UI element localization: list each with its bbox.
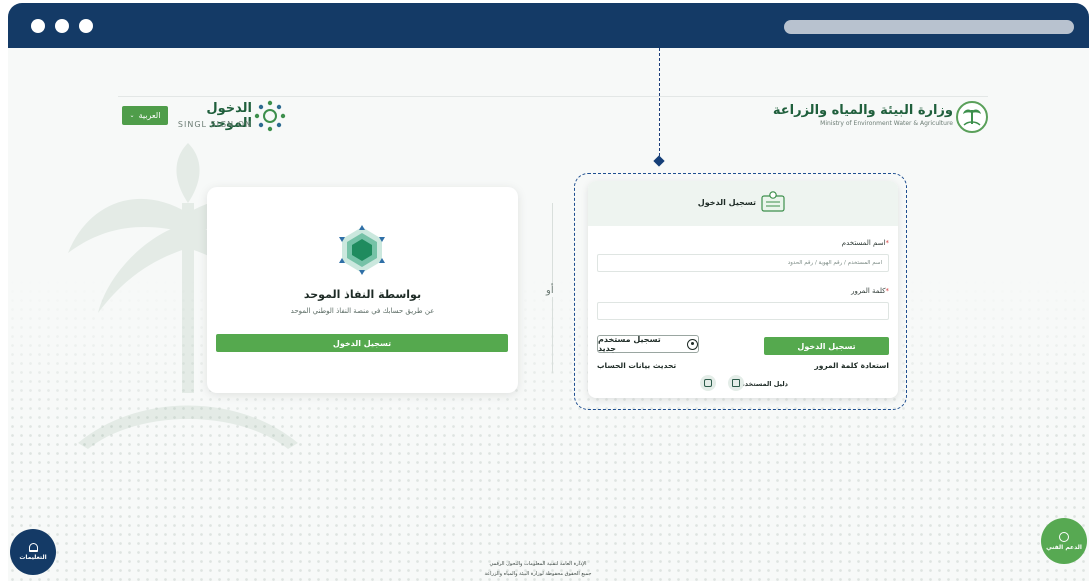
username-field[interactable]: [597, 254, 889, 272]
login-button[interactable]: تسجيل الدخول: [764, 337, 889, 355]
required-mark: *: [885, 239, 890, 247]
password-field[interactable]: [597, 302, 889, 320]
nafath-title: بواسطة النفاذ الموحد: [303, 288, 422, 301]
ministry-subtitle: Ministry of Environment Water & Agricult…: [820, 120, 953, 127]
language-dropdown[interactable]: ⌄ العربية: [122, 106, 168, 125]
nafath-subtitle: عن طريق حسابك في منصة النفاذ الوطني المو…: [290, 307, 435, 315]
nafath-logo-icon: [339, 225, 385, 275]
support-label: الدعم الفني: [1046, 543, 1082, 551]
required-mark: *: [885, 287, 890, 295]
footer-line-1: الإدارة العامة لتقنية المعلومات والتحول …: [489, 561, 587, 567]
user-icon: [687, 338, 698, 350]
notifications-button[interactable]: التعليمات: [10, 529, 56, 575]
update-account-link[interactable]: تحديث بيانات الحساب: [597, 361, 676, 370]
username-label: اسم المستخدم*: [842, 239, 889, 247]
ministry-logo-icon: [956, 101, 988, 133]
nafath-login-button[interactable]: تسجيل الدخول: [216, 334, 508, 352]
login-badge-icon: [761, 191, 785, 212]
nafath-login-card: بواسطة النفاذ الموحد عن طريق حسابك في من…: [207, 187, 518, 393]
technical-support-button[interactable]: الدعم الفني: [1041, 518, 1087, 564]
notifications-label: التعليمات: [19, 554, 47, 561]
register-label: تسجيل مستخدم جديد: [598, 335, 661, 353]
language-label: العربية: [138, 111, 161, 120]
phone-icon: [1059, 531, 1069, 542]
ministry-title: وزارة البيئة والمياه والزراعة: [772, 103, 953, 118]
page-content: ⌄ العربية الدخول الموحد SINGL SIGN ON وز…: [8, 48, 1089, 581]
register-button[interactable]: تسجيل مستخدم جديد: [597, 335, 699, 353]
guide-video-icon[interactable]: [700, 375, 716, 391]
login-card: تسجيل الدخول اسم المستخدم* كلمة المرور* …: [588, 181, 898, 398]
browser-titlebar: [8, 3, 1089, 48]
footer-line-2: جميع الحقوق محفوظة لوزارة البيئة والمياه…: [484, 571, 592, 577]
or-label: أو: [546, 284, 554, 297]
guide-document-icon[interactable]: [728, 375, 744, 391]
username-label-text: اسم المستخدم: [841, 239, 886, 247]
address-bar[interactable]: [784, 20, 1074, 34]
browser-window: ⌄ العربية الدخول الموحد SINGL SIGN ON وز…: [8, 3, 1089, 581]
login-card-header: تسجيل الدخول: [588, 181, 898, 226]
forgot-password-link[interactable]: استعادة كلمة المرور: [814, 361, 889, 370]
chevron-down-icon: ⌄: [129, 112, 135, 119]
header-divider: [118, 96, 988, 97]
guide-document-glyph: [732, 379, 740, 387]
password-label-text: كلمة المرور: [851, 287, 886, 295]
password-label: كلمة المرور*: [851, 287, 889, 295]
login-title: تسجيل الدخول: [697, 198, 756, 207]
window-dot-1[interactable]: [31, 19, 45, 33]
sso-subtitle: SINGL SIGN ON: [177, 120, 252, 129]
highlight-connector-line: [659, 48, 660, 161]
bell-icon: [28, 543, 38, 552]
window-dot-2[interactable]: [55, 19, 69, 33]
window-dot-3[interactable]: [79, 19, 93, 33]
highlight-connector-marker: [653, 155, 665, 167]
guide-video-glyph: [704, 379, 712, 387]
sso-logo-icon: [254, 100, 286, 132]
